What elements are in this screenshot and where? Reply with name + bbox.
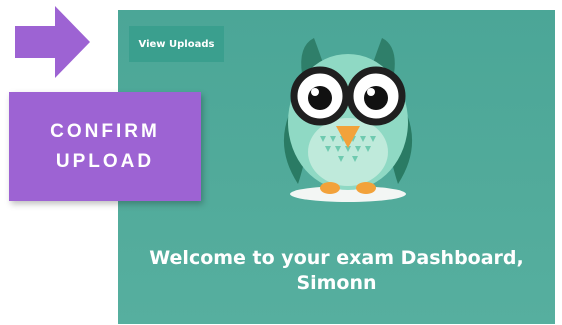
screen: View Uploads Welcome to your exam Dashbo…	[0, 0, 562, 325]
owl-mascot-icon	[283, 38, 413, 202]
welcome-user-name: Simonn	[296, 272, 377, 294]
view-uploads-button[interactable]: View Uploads	[129, 26, 224, 62]
confirm-upload-label: CONFIRM UPLOAD	[30, 117, 180, 177]
welcome-message: Welcome to your exam Dashboard, Simonn	[118, 246, 555, 296]
welcome-line-1: Welcome to your exam Dashboard,	[149, 247, 524, 269]
confirm-upload-line-1: CONFIRM	[50, 120, 160, 142]
confirm-upload-line-2: UPLOAD	[55, 150, 155, 172]
arrow-right-icon	[15, 6, 90, 78]
confirm-upload-button[interactable]: CONFIRM UPLOAD	[9, 92, 201, 201]
